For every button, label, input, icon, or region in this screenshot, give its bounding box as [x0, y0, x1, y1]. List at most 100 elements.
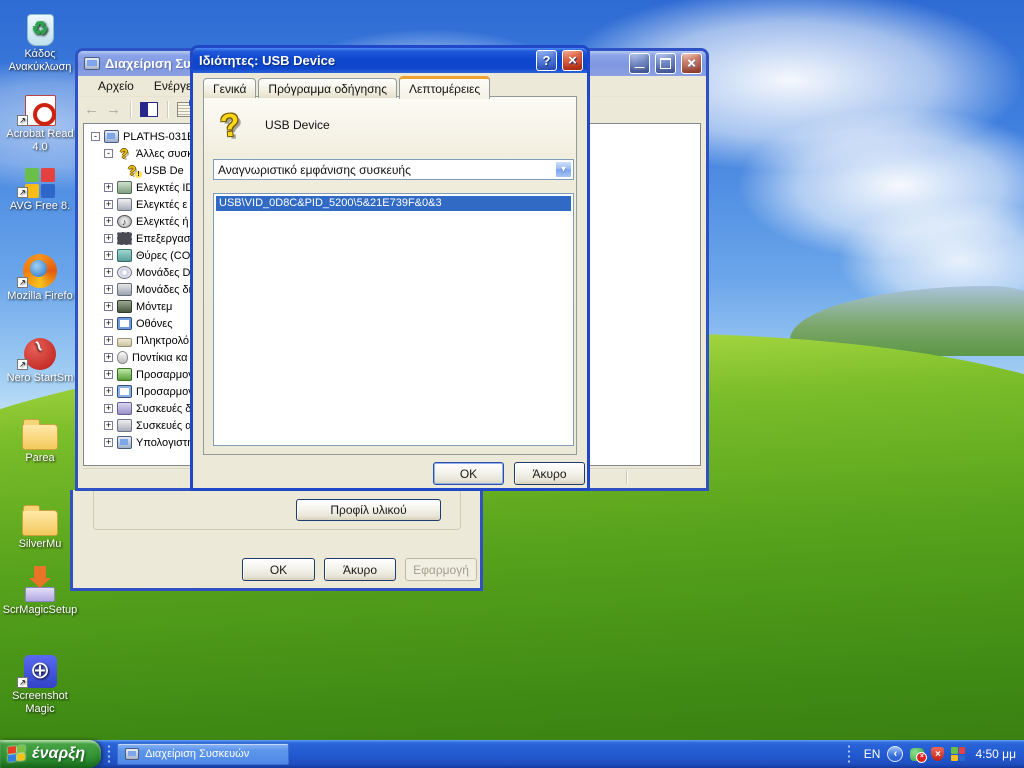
processor-icon — [117, 232, 132, 245]
tree-item-label: USB De — [144, 164, 184, 177]
tree-item-label: Θύρες (CO — [136, 249, 191, 262]
display-adapter-icon — [117, 385, 132, 398]
toolbar-separator — [130, 101, 131, 118]
hardware-profiles-button[interactable]: Προφίλ υλικού — [296, 499, 441, 521]
folder-icon — [22, 505, 58, 536]
expand-icon[interactable] — [104, 268, 113, 277]
expand-icon[interactable] — [104, 336, 113, 345]
icon-label: Magic — [25, 703, 55, 715]
menu-file[interactable]: Αρχείο — [88, 77, 144, 95]
icon-label: SilverMu — [18, 538, 62, 550]
expand-icon[interactable] — [104, 183, 113, 192]
expand-icon[interactable] — [104, 404, 113, 413]
expand-icon[interactable] — [104, 438, 113, 447]
property-dropdown-value: Αναγνωριστικό εμφάνισης συσκευής — [218, 162, 411, 177]
keyboard-icon — [117, 337, 132, 347]
tab-details[interactable]: Λεπτομέρειες — [399, 76, 491, 99]
expand-icon[interactable] — [104, 285, 113, 294]
disk-drive-icon — [117, 283, 132, 296]
tree-item-label: Υπολογιστή — [136, 436, 194, 449]
expand-icon[interactable] — [104, 370, 113, 379]
tree-item-label: Προσαρμογ — [136, 368, 194, 381]
tab-strip: Γενικά Πρόγραμμα οδήγησης Λεπτομέρειες — [203, 76, 492, 99]
collapse-icon[interactable] — [104, 149, 113, 158]
expand-icon[interactable] — [104, 217, 113, 226]
sysprops-apply-button: Εφαρμογή — [405, 558, 477, 581]
back-icon[interactable]: ← — [84, 102, 99, 117]
shortcut-arrow-icon — [17, 277, 28, 288]
expand-icon[interactable] — [104, 319, 113, 328]
tree-item-label: Επεξεργαστ — [136, 232, 195, 245]
icon-label: Nero StartSm — [6, 372, 74, 384]
sysprops-ok-button[interactable]: OK — [242, 558, 315, 581]
tree-item-label: Ελεγκτές ή — [136, 215, 189, 228]
desktop-icon-recycle-bin[interactable]: Κάδος Ανακύκλωση — [1, 4, 79, 74]
tree-item-label: Συσκευές δ — [136, 402, 192, 415]
device-name: USB Device — [265, 118, 330, 132]
expand-icon[interactable] — [104, 421, 113, 430]
clock: 4:50 μμ — [975, 747, 1016, 761]
expand-icon[interactable] — [104, 251, 113, 260]
forward-icon[interactable]: → — [106, 102, 121, 117]
setup-icon — [23, 566, 57, 602]
dialog-title: Ιδιότητες: USB Device — [199, 53, 336, 68]
desktop-icon-acrobat-reader[interactable]: Acrobat Read 4.0 — [1, 84, 79, 154]
ports-icon — [117, 249, 132, 262]
tab-driver[interactable]: Πρόγραμμα οδήγησης — [258, 78, 398, 98]
desktop-icon-silvermu-folder[interactable]: SilverMu — [1, 494, 79, 551]
maximize-button[interactable] — [655, 53, 676, 74]
unknown-device-icon — [117, 147, 132, 160]
expand-icon[interactable] — [104, 387, 113, 396]
start-label: έναρξη — [32, 745, 86, 762]
help-button[interactable] — [536, 50, 557, 71]
minimize-button[interactable] — [629, 53, 650, 74]
nero-icon — [24, 338, 56, 370]
property-value-list[interactable]: USB\VID_0D8C&PID_5200\5&21E739F&0&3 — [213, 193, 574, 446]
icon-label: Acrobat Read — [6, 128, 74, 140]
hide-icons-chevron-icon[interactable] — [887, 746, 904, 762]
dialog-cancel-button[interactable]: Άκυρο — [514, 462, 585, 485]
expand-icon[interactable] — [104, 353, 113, 362]
expand-icon[interactable] — [104, 234, 113, 243]
desktop-icon-parea-folder[interactable]: Parea — [1, 408, 79, 465]
security-alert-icon[interactable] — [931, 747, 945, 761]
windows-logo-icon — [8, 744, 26, 764]
collapse-icon[interactable] — [91, 132, 100, 141]
dialog-ok-button[interactable]: OK — [433, 462, 504, 485]
expand-icon[interactable] — [104, 200, 113, 209]
desktop-icon-firefox[interactable]: Mozilla Firefo — [1, 246, 79, 303]
usb-properties-dialog: Ιδιότητες: USB Device Γενικά Πρόγραμμα ο… — [190, 45, 590, 491]
tray-status-icon[interactable] — [910, 747, 928, 763]
tab-general[interactable]: Γενικά — [203, 78, 257, 98]
shortcut-arrow-icon — [17, 187, 28, 198]
tree-item-label: Μονάδες D — [136, 266, 191, 279]
desktop-icon-avg-free[interactable]: AVG Free 8. — [1, 156, 79, 213]
close-button[interactable] — [681, 53, 702, 74]
desktop-icon-nero[interactable]: Nero StartSm — [1, 328, 79, 385]
close-button[interactable] — [562, 50, 583, 71]
tree-item-label: Μονάδες δι — [136, 283, 192, 296]
taskbar-window-button[interactable]: Διαχείριση Συσκευών — [117, 743, 290, 765]
show-console-tree-icon[interactable] — [140, 102, 158, 117]
language-indicator[interactable]: EN — [864, 747, 881, 761]
device-header: USB Device — [213, 105, 330, 145]
sysprops-cancel-button[interactable]: Άκυρο — [324, 558, 396, 581]
chevron-down-icon[interactable] — [555, 161, 572, 178]
avg-tray-icon[interactable] — [951, 747, 966, 761]
shortcut-arrow-icon — [17, 115, 28, 126]
selected-list-item[interactable]: USB\VID_0D8C&PID_5200\5&21E739F&0&3 — [216, 196, 571, 211]
tree-item-label: Οθόνες — [136, 317, 173, 330]
expand-icon[interactable] — [104, 302, 113, 311]
taskbar-divider — [107, 744, 112, 764]
device-manager-icon — [125, 748, 140, 760]
desktop-icon-screenshot-magic[interactable]: Screenshot Magic — [1, 646, 79, 716]
start-button[interactable]: έναρξη — [0, 740, 102, 768]
tray-divider — [846, 744, 851, 764]
dialog-titlebar: Ιδιότητες: USB Device — [193, 48, 587, 73]
ide-controller-icon — [117, 181, 132, 194]
icon-label: Κάδος — [24, 48, 56, 60]
desktop-icon-scrmagic-setup[interactable]: ScrMagicSetup — [1, 560, 79, 617]
icon-label: Parea — [25, 452, 55, 464]
firefox-icon — [23, 254, 57, 288]
property-dropdown[interactable]: Αναγνωριστικό εμφάνισης συσκευής — [213, 159, 574, 180]
